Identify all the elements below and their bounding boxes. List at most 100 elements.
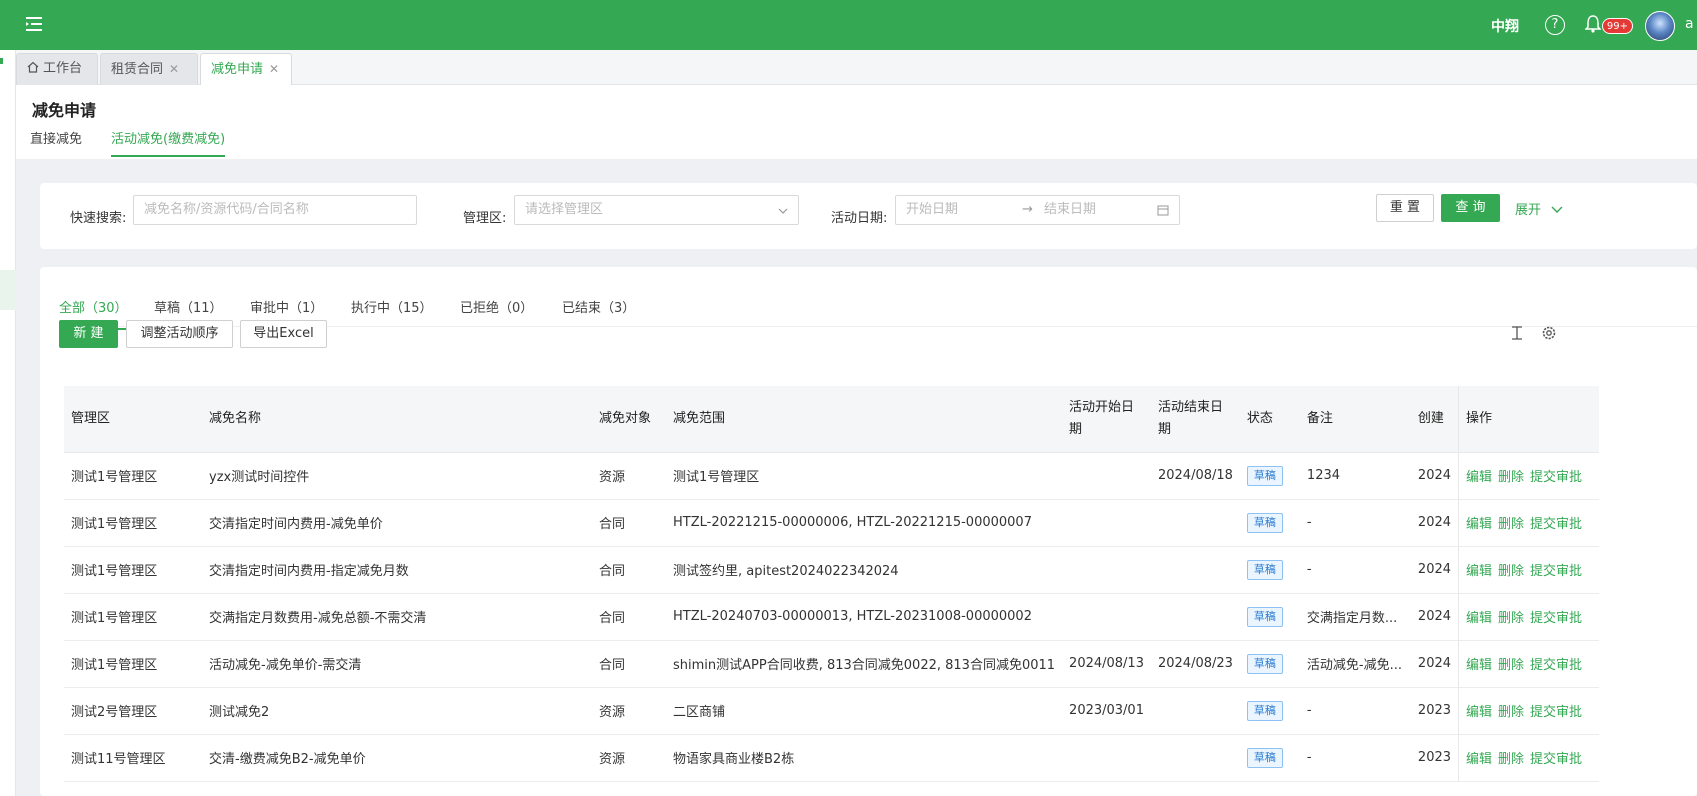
cell-end-date <box>1150 546 1240 594</box>
status-tab-finished[interactable]: 已结束（3） <box>562 297 635 328</box>
cell-actions: 编辑 删除 提交审批 <box>1458 687 1599 735</box>
quick-search-input[interactable]: 减免名称/资源代码/合同名称 <box>133 195 417 225</box>
col-header-start-date[interactable]: 活动开始日期 <box>1062 386 1151 453</box>
cell-mgmt-area: 测试1号管理区 <box>64 499 202 547</box>
col-header-relief-scope[interactable]: 减免范围 <box>666 386 1063 453</box>
sidebar-collapsed <box>0 50 16 796</box>
cell-mgmt-area: 测试2号管理区 <box>64 687 202 735</box>
table-row[interactable]: 测试1号管理区 交满指定月数费用-减免总额-不需交清 合同 HTZL-20240703… <box>64 593 1599 641</box>
tab-label: 租赁合同 <box>111 62 164 77</box>
col-header-mgmt-area[interactable]: 管理区 <box>64 386 202 453</box>
cell-actions: 编辑 删除 提交审批 <box>1458 593 1599 641</box>
table-row[interactable]: 测试1号管理区 交清指定时间内费用-指定减免月数 合同 测试签约里, apitest2… <box>64 546 1599 594</box>
submit-approval-link[interactable]: 提交审批 <box>1530 658 1582 673</box>
bell-icon[interactable] <box>1585 14 1601 34</box>
cell-relief-scope: HTZL-20240703-00000013, HTZL-20231008-00… <box>666 593 1063 641</box>
reset-button[interactable]: 重 置 <box>1376 194 1434 222</box>
subtab-direct-relief[interactable]: 直接减免 <box>30 128 82 155</box>
cell-relief-name[interactable]: 交满指定月数费用-减免总额-不需交清 <box>202 593 592 641</box>
tab-relief-application[interactable]: 减免申请 ✕ <box>200 53 292 85</box>
avatar[interactable] <box>1645 11 1675 41</box>
cell-start-date <box>1062 546 1151 594</box>
range-arrow-icon: → <box>1022 202 1033 217</box>
expand-toggle[interactable]: 展开 <box>1515 199 1563 218</box>
end-date-input[interactable]: 结束日期 <box>1044 196 1096 224</box>
table-row[interactable]: 测试1号管理区 交清指定时间内费用-减免单价 合同 HTZL-20221215-000… <box>64 499 1599 547</box>
col-header-created[interactable]: 创建 <box>1410 386 1459 453</box>
col-header-remark[interactable]: 备注 <box>1299 386 1411 453</box>
mgmt-area-select[interactable]: 请选择管理区 <box>514 195 799 225</box>
org-name[interactable]: 中翔 <box>1491 16 1519 36</box>
close-icon[interactable]: ✕ <box>269 62 279 76</box>
col-header-actions: 操作 <box>1458 386 1599 453</box>
status-tab-executing[interactable]: 执行中（15） <box>351 297 433 328</box>
col-header-end-date[interactable]: 活动结束日期 <box>1150 386 1240 453</box>
col-header-relief-name[interactable]: 减免名称 <box>202 386 592 453</box>
table-row[interactable]: 测试2号管理区 测试减免2 资源 二区商铺 2023/03/01 草稿 -2023 编辑 删除提… <box>64 687 1599 735</box>
delete-link[interactable]: 删除 <box>1498 658 1524 673</box>
edit-link[interactable]: 编辑 <box>1466 752 1492 767</box>
chevron-down-icon <box>778 208 788 214</box>
cell-created: 2024 <box>1410 499 1459 547</box>
tab-lease-contract[interactable]: 租赁合同 ✕ <box>100 53 198 85</box>
cell-relief-name[interactable]: 活动减免-减免单价-需交清 <box>202 640 592 688</box>
cell-relief-name[interactable]: 交清指定时间内费用-减免单价 <box>202 499 592 547</box>
row-height-icon[interactable] <box>1508 324 1526 342</box>
subtab-activity-relief[interactable]: 活动减免(缴费减免) <box>111 128 226 157</box>
edit-link[interactable]: 编辑 <box>1466 705 1492 720</box>
status-badge: 草稿 <box>1246 653 1283 674</box>
cell-created: 2024 <box>1410 546 1459 594</box>
menu-collapse-icon[interactable] <box>24 14 46 34</box>
cell-relief-target: 资源 <box>592 452 666 500</box>
cell-actions: 编辑 删除 提交审批 <box>1458 452 1599 500</box>
cell-relief-name[interactable]: 交清-缴费减免B2-减免单价 <box>202 734 592 782</box>
delete-link[interactable]: 删除 <box>1498 752 1524 767</box>
date-range-picker[interactable]: 开始日期 → 结束日期 <box>895 195 1180 225</box>
user-name[interactable]: a <box>1685 16 1697 32</box>
col-header-relief-target[interactable]: 减免对象 <box>592 386 666 453</box>
edit-link[interactable]: 编辑 <box>1466 611 1492 626</box>
cell-relief-name[interactable]: yzx测试时间控件 <box>202 452 592 500</box>
export-excel-button[interactable]: 导出Excel <box>240 320 327 348</box>
delete-link[interactable]: 删除 <box>1498 705 1524 720</box>
table-row[interactable]: 测试1号管理区 yzx测试时间控件 资源 测试1号管理区 2024/08/18 草稿 123… <box>64 452 1599 500</box>
submit-approval-link[interactable]: 提交审批 <box>1530 564 1582 579</box>
edit-link[interactable]: 编辑 <box>1466 517 1492 532</box>
table-row[interactable]: 测试1号管理区 活动减免-减免单价-需交清 合同 shimin测试APP合同收费, 8… <box>64 640 1599 688</box>
delete-link[interactable]: 删除 <box>1498 611 1524 626</box>
col-header-status[interactable]: 状态 <box>1239 386 1300 453</box>
cell-status: 草稿 <box>1239 734 1300 782</box>
sidebar-active-item[interactable] <box>0 270 16 310</box>
submit-approval-link[interactable]: 提交审批 <box>1530 752 1582 767</box>
cell-relief-name[interactable]: 交清指定时间内费用-指定减免月数 <box>202 546 592 594</box>
help-icon[interactable]: ? <box>1545 15 1565 35</box>
edit-link[interactable]: 编辑 <box>1466 470 1492 485</box>
cell-status: 草稿 <box>1239 499 1300 547</box>
submit-approval-link[interactable]: 提交审批 <box>1530 470 1582 485</box>
cell-relief-name[interactable]: 测试减免2 <box>202 687 592 735</box>
new-button[interactable]: 新 建 <box>59 320 118 348</box>
page-tab-bar: 工作台 租赁合同 ✕ 减免申请 ✕ <box>16 50 1697 85</box>
tab-workbench[interactable]: 工作台 <box>16 53 98 85</box>
delete-link[interactable]: 删除 <box>1498 470 1524 485</box>
status-badge: 草稿 <box>1246 512 1283 533</box>
table-row[interactable]: 测试11号管理区 交清-缴费减免B2-减免单价 资源 物语家具商业楼B2栋 草稿 -202… <box>64 734 1599 782</box>
table-header-row: 管理区 减免名称 减免对象 减免范围 活动开始日期 活动结束日期 状态 备注 创… <box>64 386 1599 453</box>
delete-link[interactable]: 删除 <box>1498 564 1524 579</box>
query-button[interactable]: 查 询 <box>1441 194 1500 222</box>
cell-mgmt-area: 测试1号管理区 <box>64 546 202 594</box>
cell-start-date <box>1062 452 1151 500</box>
submit-approval-link[interactable]: 提交审批 <box>1530 517 1582 532</box>
start-date-input[interactable]: 开始日期 <box>906 202 958 217</box>
adjust-order-button[interactable]: 调整活动顺序 <box>126 320 233 348</box>
edit-link[interactable]: 编辑 <box>1466 658 1492 673</box>
close-icon[interactable]: ✕ <box>169 62 179 76</box>
gear-icon[interactable] <box>1540 324 1558 342</box>
quick-search-label: 快速搜索: <box>70 211 127 226</box>
delete-link[interactable]: 删除 <box>1498 517 1524 532</box>
home-icon <box>27 61 39 73</box>
submit-approval-link[interactable]: 提交审批 <box>1530 611 1582 626</box>
edit-link[interactable]: 编辑 <box>1466 564 1492 579</box>
submit-approval-link[interactable]: 提交审批 <box>1530 705 1582 720</box>
status-tab-rejected[interactable]: 已拒绝（0） <box>460 297 533 328</box>
